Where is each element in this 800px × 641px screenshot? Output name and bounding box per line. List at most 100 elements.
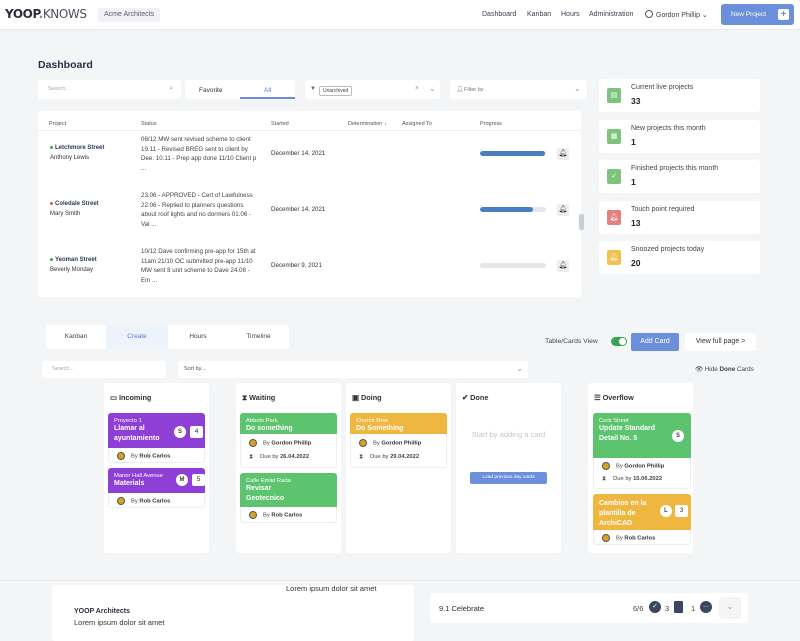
tag-filter-select[interactable]: ▼ Unarchived × ⌄ [305,80,440,99]
kanban-card[interactable]: Church Row Do Something By Gordon Philli… [350,413,447,468]
active-tab-indicator [240,97,295,99]
col-progress[interactable]: Progress [480,121,502,127]
eye-icon: 👁︎ [695,366,703,373]
col-status[interactable]: Status [141,121,157,127]
kanban-card[interactable]: Calle Emiid Rada Revisar Geotecnico By R… [240,473,337,523]
table-scrollbar[interactable] [579,214,584,230]
celebrate-card[interactable]: 9.1 Celebrate 6/6 ✓ 3 1 … ⌄ [430,593,748,623]
bell-icon[interactable]: 🔔︎ [557,148,569,160]
bell-icon[interactable]: 🔔︎ [557,260,569,272]
tab-kanban[interactable]: Kanban [46,325,106,349]
assignee-name: Rob Carlos [139,453,171,460]
stat-current-live[interactable]: ▤ Current live projects 33 [599,79,760,112]
due-prefix: Due by [260,454,279,460]
stat-value: 33 [631,96,641,106]
clear-icon[interactable]: × [415,85,419,92]
nav-kanban[interactable]: Kanban [527,11,551,18]
chevron-down-icon[interactable]: ⌄ [574,84,581,93]
workspace-label[interactable]: Acme Architects [98,8,161,22]
tab-all[interactable]: All [264,87,271,94]
card-assignee: By Rob Carlos [602,534,655,542]
tab-favorite[interactable]: Favorite [199,87,222,94]
card-header: Church Row Do Something [350,413,447,434]
kanban-search-input[interactable]: Search... [42,361,166,378]
card-title: Update Standard Detail No. 5 [599,425,656,442]
project-name[interactable]: Coledale Street [50,201,99,207]
page-title: Dashboard [38,59,93,71]
count-badge: 5 [192,474,205,486]
bell-icon[interactable]: 🔔︎ [557,204,569,216]
stat-new-projects[interactable]: ▦ New projects this month 1 [599,120,760,153]
project-started: December 9, 2021 [271,262,322,269]
kanban-card[interactable]: Corb Street Update Standard Detail No. 5… [593,413,691,489]
project-started: December 14, 2021 [271,150,326,157]
column-title: Waiting [249,393,276,402]
chevron-down-icon[interactable]: ⌄ [429,84,436,93]
col-determination[interactable]: Determination ↓ [348,121,387,127]
bell-icon: 🔔︎ [607,210,621,225]
progress-bar [480,263,546,268]
stat-touch-point[interactable]: 🔔︎ Touch point required 13 [599,201,760,234]
kanban-card[interactable]: Proyecto 1 Llamar al ayuntamiento S 4 By… [108,413,205,463]
project-name[interactable]: Letchmore Street [50,145,104,151]
col-project[interactable]: Project [49,121,66,127]
comment-icon: … [700,601,712,613]
by-prefix: By [373,440,380,447]
tab-timeline[interactable]: Timeline [228,325,289,349]
project-started: December 14, 2021 [271,206,326,213]
task-fraction: 6/6 [633,604,644,613]
stat-label: Snoozed projects today [631,246,705,253]
card-assignee: By Rob Carlos [117,497,170,505]
nav-administration[interactable]: Administration [589,11,633,18]
check-circle-icon: ✓ [649,601,661,613]
stat-snoozed[interactable]: 🔔︎ Snoozed projects today 20 [599,241,760,274]
user-menu[interactable]: Gordon Phillip ⌄ [656,11,708,19]
col-assigned-to[interactable]: Assigned To [402,121,432,127]
progress-bar [480,207,546,212]
footer-divider [0,580,800,581]
project-search-input[interactable]: Search... ⌕ [38,80,181,99]
projects-table: Project Status Started Determination ↓ A… [38,111,584,297]
nav-hours[interactable]: Hours [561,11,580,18]
project-owner: Beverly Monday [50,267,94,273]
avatar [359,439,367,447]
tab-hours[interactable]: Hours [168,325,228,349]
app-logo[interactable]: YOOP.KNOWS [5,7,87,21]
column-header: ▣ Doing [352,393,382,402]
card-header: Abbots Park Do something [240,413,337,434]
due-prefix: Due by [613,476,632,482]
user-avatar-icon[interactable] [645,10,653,18]
card-due: ⧗ Due by 29.04.2022 [359,454,419,461]
bell-icon: 🔔︎ [607,250,621,265]
chevron-down-icon[interactable]: ⌄ [719,597,741,619]
by-prefix: By [263,512,270,519]
col-started[interactable]: Started [271,121,289,127]
tab-create[interactable]: Create [106,325,168,349]
kanban-card[interactable]: Manor Hall Avenue Materials M 5 By Rob C… [108,468,205,508]
kanban-card[interactable]: Cambios en la plantilla de ArchiCAD L 3 … [593,494,691,545]
load-previous-button[interactable]: Load previous day cards [470,472,547,484]
project-name[interactable]: Yeoman Street [50,257,97,263]
kanban-card[interactable]: Abbots Park Do something By Gordon Phill… [240,413,337,468]
view-full-page-button[interactable]: View full page > [685,333,756,351]
celebrate-title: 9.1 Celebrate [439,604,485,613]
progress-fill [480,151,545,156]
view-toggle[interactable] [611,337,627,346]
briefcase-icon: ▣ [352,393,359,402]
chevron-down-icon: ⌄ [516,364,523,373]
tag-chip[interactable]: Unarchived [319,86,353,96]
hide-done-toggle[interactable]: 👁︎ Hide Done Cards [695,365,754,373]
card-assignee: By Gordon Phillip [602,462,664,470]
stat-finished-projects[interactable]: ✓ Finished projects this month 1 [599,160,760,193]
sort-by-select[interactable]: Sort by... ⌄ [178,361,528,378]
hourglass-icon: ⧗ [359,454,364,460]
column-done: ✔ Done Start by adding a card Load previ… [456,383,561,553]
add-card-button[interactable]: Add Card [631,333,679,351]
filter-by-select[interactable]: 👤︎ Filter by ⌄ [450,80,587,99]
card-assignee: By Rob Carlos [249,511,302,519]
card-title: Llamar al ayuntamiento [114,425,160,442]
nav-dashboard[interactable]: Dashboard [482,11,516,18]
new-project-button[interactable]: New Project + [721,4,794,25]
hourglass-icon: ⧗ [249,454,254,460]
stat-label: Current live projects [631,84,694,91]
